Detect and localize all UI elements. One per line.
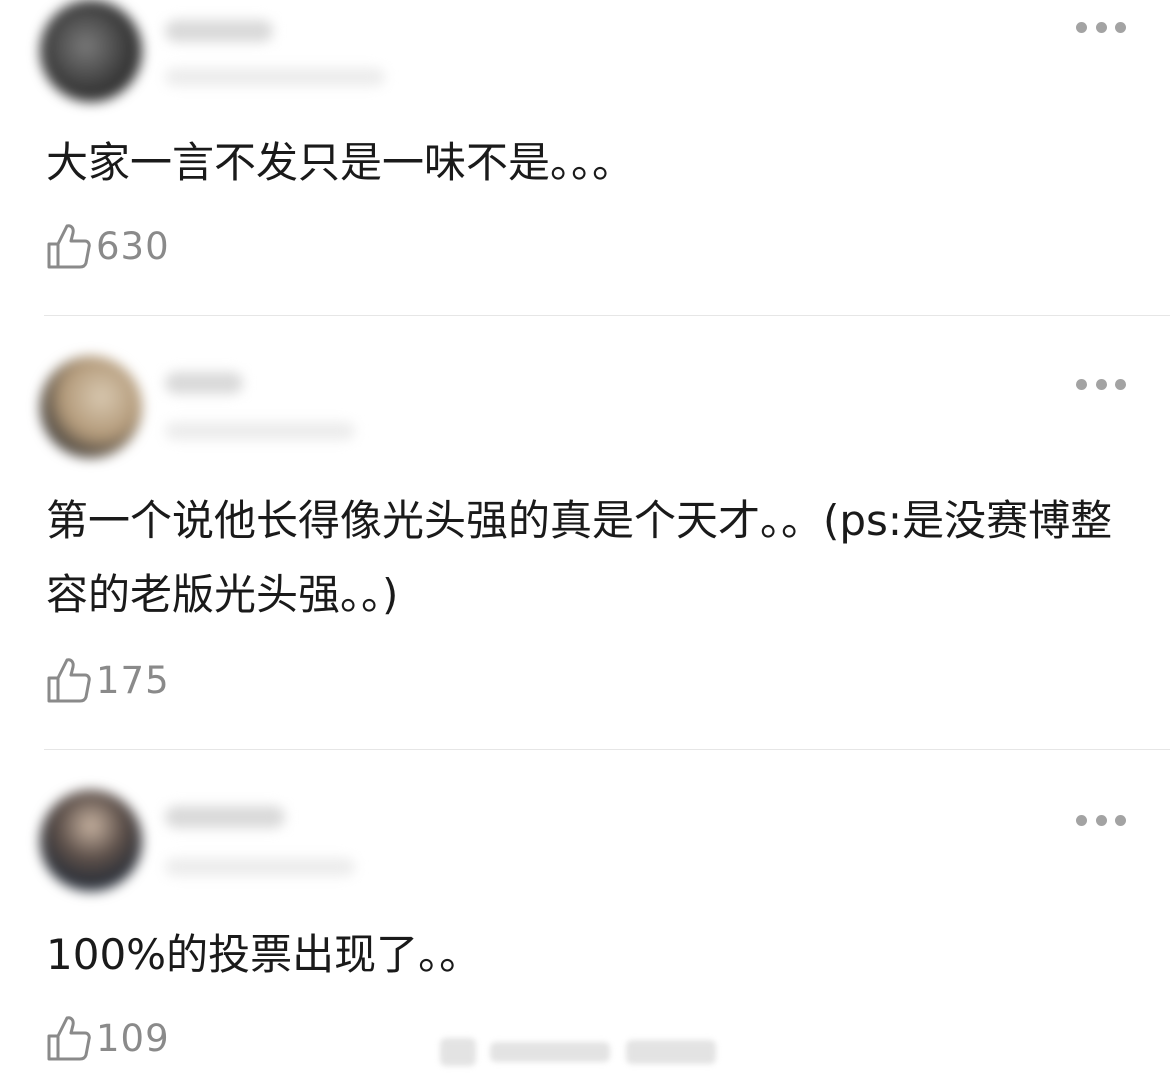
watermark	[440, 1032, 720, 1072]
thumbs-up-icon	[47, 1016, 91, 1061]
like-count: 175	[96, 658, 170, 702]
comment-text: 大家一言不发只是一味不是。。。	[46, 138, 635, 187]
comment-text: 第一个说他长得像光头强的真是个天才。。(ps:是没赛博整容的老版光头强。。)	[46, 496, 1113, 619]
like-button[interactable]: 109	[46, 1014, 170, 1062]
like-count: 630	[96, 224, 170, 268]
username-blurred[interactable]	[165, 806, 285, 828]
like-button[interactable]: 630	[46, 222, 170, 270]
more-dots-icon	[1076, 21, 1087, 33]
timestamp-blurred	[165, 68, 385, 86]
thumbs-up-icon	[47, 658, 91, 703]
username-blurred[interactable]	[165, 20, 273, 42]
timestamp-blurred	[165, 422, 355, 440]
avatar[interactable]	[40, 356, 142, 458]
avatar[interactable]	[40, 0, 142, 102]
more-dots-icon	[1076, 814, 1087, 826]
comment-text: 100%的投票出现了。。	[46, 930, 482, 979]
comment-item: 大家一言不发只是一味不是。。。 630	[0, 0, 1170, 316]
thumbs-up-icon	[47, 224, 91, 269]
username-blurred[interactable]	[165, 372, 243, 394]
more-dots-icon	[1076, 378, 1087, 390]
timestamp-blurred	[165, 858, 355, 876]
avatar[interactable]	[40, 790, 142, 892]
more-options-button[interactable]	[1076, 377, 1126, 391]
more-options-button[interactable]	[1076, 813, 1126, 827]
comment-item: 第一个说他长得像光头强的真是个天才。。(ps:是没赛博整容的老版光头强。。) 1…	[0, 316, 1170, 750]
like-button[interactable]: 175	[46, 656, 170, 704]
more-options-button[interactable]	[1076, 20, 1126, 34]
like-count: 109	[96, 1016, 170, 1060]
